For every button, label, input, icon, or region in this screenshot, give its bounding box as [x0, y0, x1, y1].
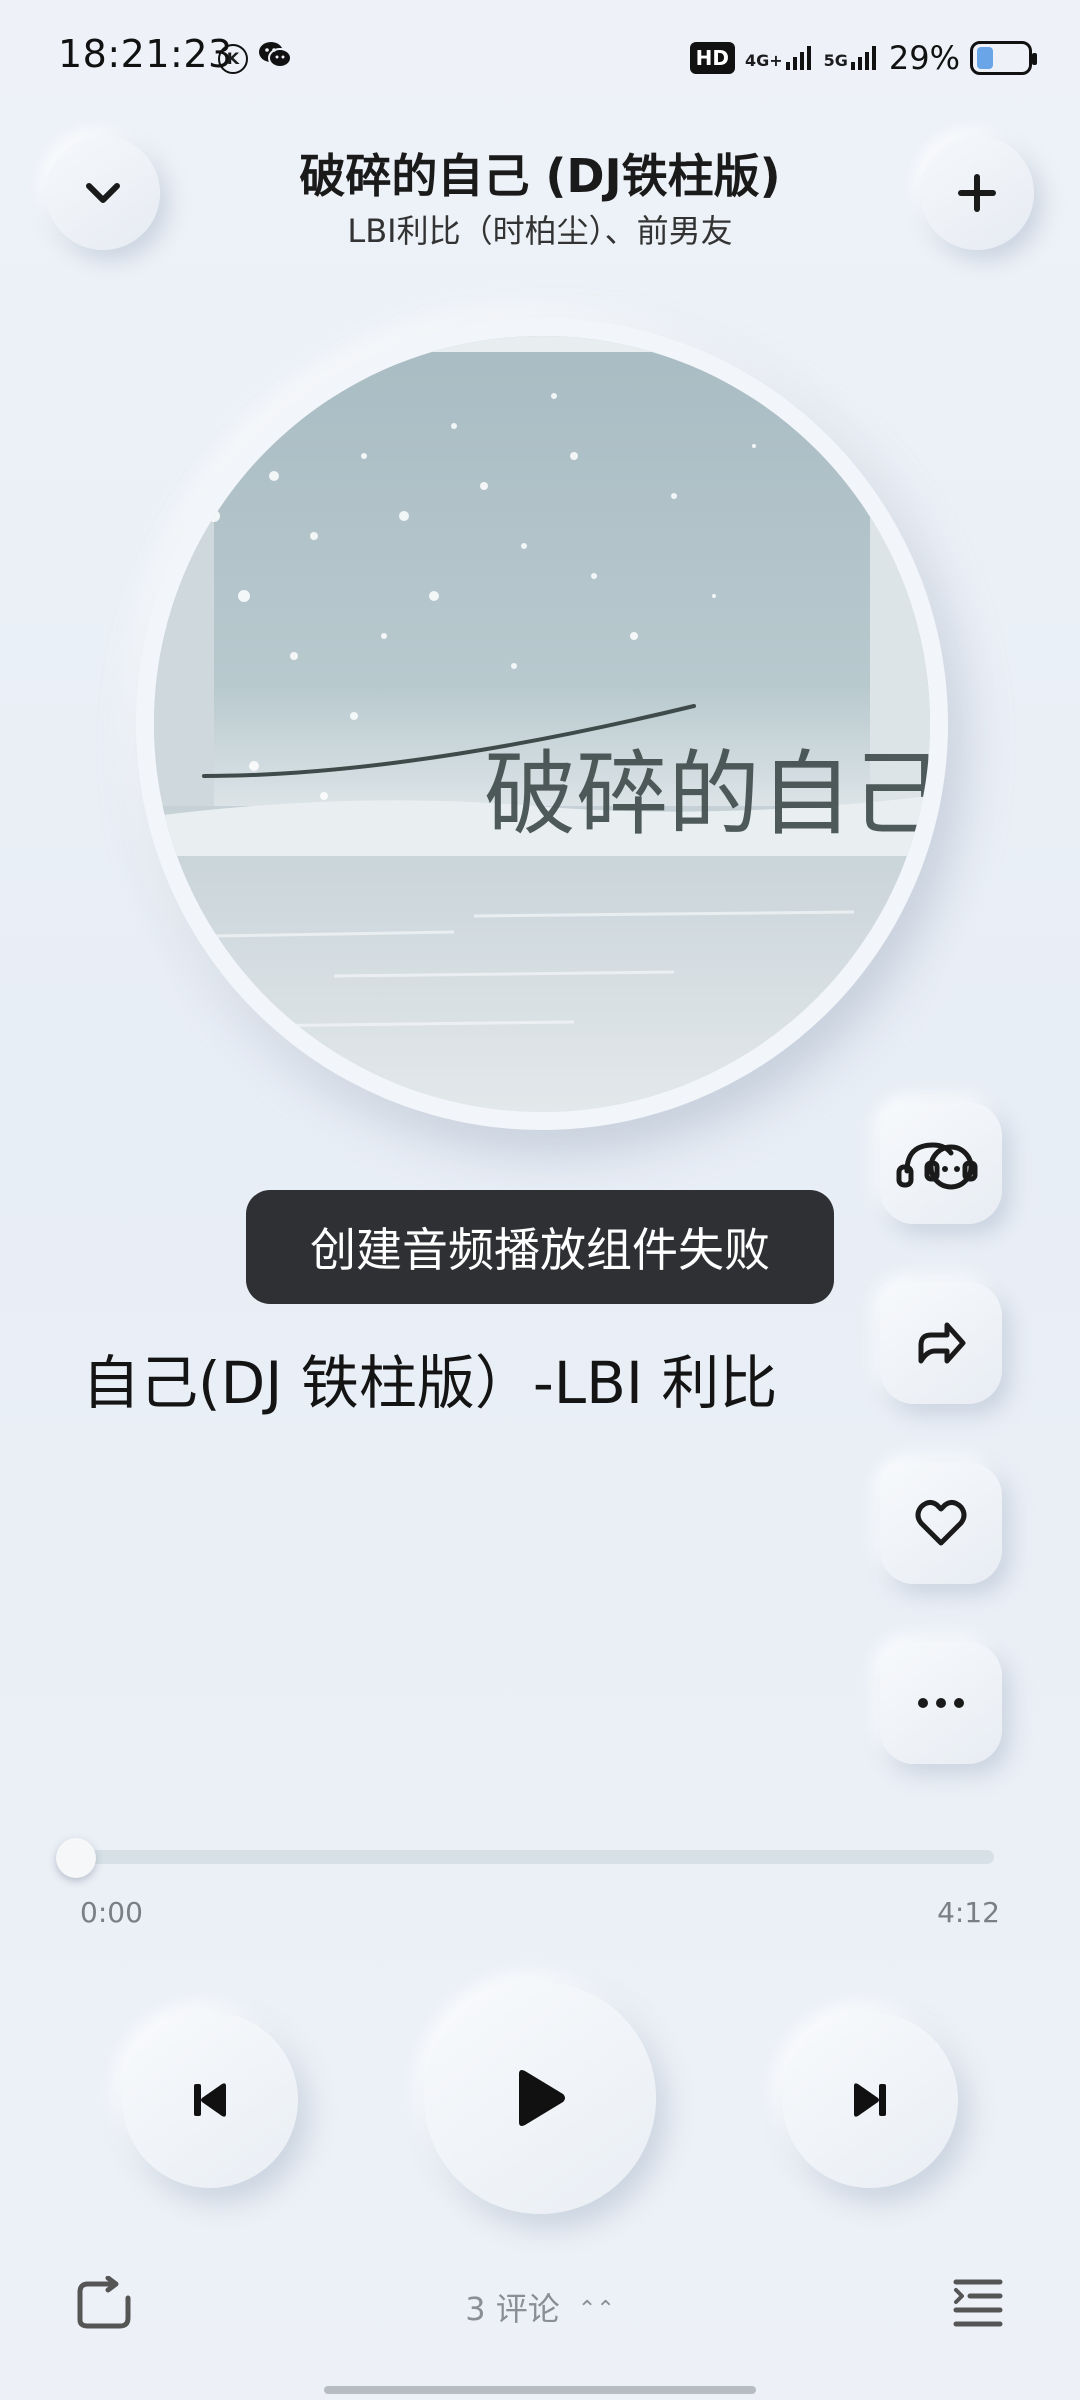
- share-icon: [918, 1322, 966, 1364]
- signal-5g-icon: 5G: [824, 46, 879, 70]
- k-badge-icon: K: [218, 44, 248, 74]
- comments-button[interactable]: 3 评论 ⌃⌃: [0, 2284, 1080, 2330]
- like-button[interactable]: [880, 1462, 1002, 1584]
- current-time: 0:00: [80, 1896, 143, 1929]
- previous-button[interactable]: [122, 2012, 298, 2188]
- comments-count: 3: [465, 2290, 486, 2328]
- song-title: 破碎的自己 (DJ铁柱版): [299, 149, 781, 203]
- total-time: 4:12: [937, 1896, 1000, 1929]
- status-indicators: HD 4G+ 5G 29%: [689, 36, 1037, 80]
- comments-label: 评论: [495, 2290, 560, 2328]
- next-button[interactable]: [782, 2012, 958, 2188]
- signal-4g-icon: 4G+: [745, 46, 814, 70]
- album-cover[interactable]: 破碎的自己: [154, 336, 930, 1112]
- playlist-icon: [953, 2279, 1003, 2327]
- heart-icon: [915, 1499, 967, 1546]
- listen-together-button[interactable]: [880, 1102, 1002, 1224]
- listen-together-icon: [896, 1142, 978, 1190]
- hd-badge: HD: [689, 42, 735, 74]
- status-bar: 18:21:23 K HD 4G+ 5G 29%: [0, 0, 1080, 120]
- skip-next-icon: [854, 2083, 886, 2117]
- progress-thumb[interactable]: [56, 1838, 96, 1878]
- error-toast: 创建音频播放组件失败: [246, 1190, 834, 1304]
- progress-bar[interactable]: [76, 1850, 994, 1864]
- plus-icon: [958, 174, 996, 212]
- battery-icon: [970, 41, 1037, 75]
- play-icon: [519, 2070, 565, 2126]
- battery-percent: 29%: [888, 39, 960, 77]
- song-artists[interactable]: LBI利比（时柏尘）、前男友: [0, 206, 1080, 252]
- album-art-text: 破碎的自己: [484, 741, 930, 848]
- playlist-button[interactable]: [952, 2276, 1004, 2332]
- wechat-icon: [258, 40, 292, 74]
- more-icon: [918, 1698, 964, 1708]
- play-button[interactable]: [424, 1982, 656, 2214]
- more-button[interactable]: [880, 1642, 1002, 1764]
- lyric-line[interactable]: 自己(DJ 铁柱版）-LBI 利比: [82, 1336, 777, 1420]
- chevron-up-icon: ⌃⌃: [577, 2297, 615, 2322]
- home-indicator[interactable]: [324, 2386, 756, 2394]
- add-button[interactable]: [920, 136, 1034, 250]
- share-button[interactable]: [880, 1282, 1002, 1404]
- status-time: 18:21:23: [58, 32, 233, 76]
- skip-previous-icon: [194, 2083, 226, 2117]
